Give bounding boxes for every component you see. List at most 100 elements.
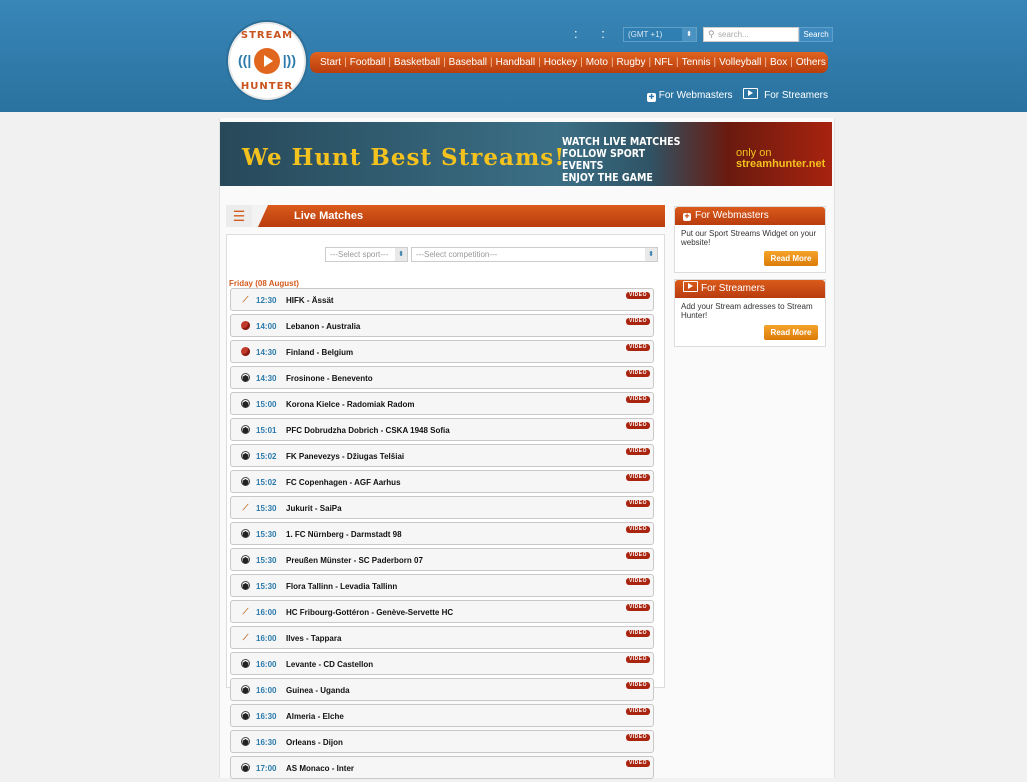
- match-teams[interactable]: Levante - CD Castellon: [286, 660, 373, 669]
- for-webmasters-link[interactable]: ✚ For Webmasters: [647, 90, 735, 102]
- match-teams[interactable]: HC Fribourg-Gottéron - Genève-Servette H…: [286, 608, 453, 617]
- match-row[interactable]: ⬢ 15:01 PFC Dobrudzha Dobrich - CSKA 1948 …: [230, 418, 654, 441]
- match-time: 14:00: [256, 322, 277, 331]
- nav-item-start[interactable]: Start: [320, 57, 341, 68]
- competition-select[interactable]: ---Select competition--- ⬍: [411, 247, 658, 262]
- banner-site: streamhunter.net: [736, 158, 826, 170]
- match-teams[interactable]: FC Copenhagen - AGF Aarhus: [286, 478, 401, 487]
- video-badge[interactable]: VIDEO: [625, 474, 650, 481]
- nav-item-volleyball[interactable]: Volleyball: [719, 57, 761, 68]
- match-row[interactable]: ⬢ 16:30 Orleans - Dijon VIDEO: [230, 730, 654, 753]
- match-teams[interactable]: HIFK - Ässät: [286, 296, 334, 305]
- match-row[interactable]: 14:30 Finland - Belgium VIDEO: [230, 340, 654, 363]
- video-badge[interactable]: VIDEO: [625, 734, 650, 741]
- nav-item-nfl[interactable]: NFL: [654, 57, 673, 68]
- sport-select[interactable]: ---Select sport--- ⬍: [325, 247, 408, 262]
- match-row[interactable]: ⟋ 16:00 Ilves - Tappara VIDEO: [230, 626, 654, 649]
- match-teams[interactable]: AS Monaco - Inter: [286, 764, 354, 773]
- video-badge[interactable]: VIDEO: [625, 500, 650, 507]
- promo-banner[interactable]: We Hunt Best Streams! WATCH LIVE MATCHES…: [220, 122, 832, 186]
- video-badge[interactable]: VIDEO: [625, 604, 650, 611]
- competition-select-value: ---Select competition---: [416, 250, 498, 259]
- match-teams[interactable]: PFC Dobrudzha Dobrich - CSKA 1948 Sofia: [286, 426, 450, 435]
- nav-item-hockey[interactable]: Hockey: [544, 57, 577, 68]
- match-row[interactable]: ⬢ 16:30 Almeria - Elche VIDEO: [230, 704, 654, 727]
- match-time: 15:00: [256, 400, 277, 409]
- nav-item-football[interactable]: Football: [350, 57, 386, 68]
- video-badge[interactable]: VIDEO: [625, 578, 650, 585]
- match-row[interactable]: ⟋ 16:00 HC Fribourg-Gottéron - Genève-Serv…: [230, 600, 654, 623]
- nav-item-box[interactable]: Box: [770, 57, 787, 68]
- match-row[interactable]: ⬢ 15:30 Preußen Münster - SC Paderborn 07 V…: [230, 548, 654, 571]
- streamers-read-more-button[interactable]: Read More: [764, 325, 818, 340]
- play-icon: [254, 48, 280, 74]
- basketball-icon: [241, 321, 250, 330]
- match-row[interactable]: ⬢ 16:00 Guinea - Uganda VIDEO: [230, 678, 654, 701]
- nav-separator: |: [713, 57, 717, 68]
- nav-item-rugby[interactable]: Rugby: [617, 57, 646, 68]
- video-badge[interactable]: VIDEO: [625, 448, 650, 455]
- webmasters-read-more-button[interactable]: Read More: [764, 251, 818, 266]
- nav-item-moto[interactable]: Moto: [586, 57, 608, 68]
- video-badge[interactable]: VIDEO: [625, 370, 650, 377]
- match-row[interactable]: 14:00 Lebanon - Australia VIDEO: [230, 314, 654, 337]
- video-badge[interactable]: VIDEO: [625, 760, 650, 767]
- match-row[interactable]: ⟋ 12:30 HIFK - Ässät VIDEO: [230, 288, 654, 311]
- match-teams[interactable]: Flora Tallinn - Levadia Tallinn: [286, 582, 397, 591]
- video-badge[interactable]: VIDEO: [625, 318, 650, 325]
- video-badge[interactable]: VIDEO: [625, 656, 650, 663]
- video-badge[interactable]: VIDEO: [625, 630, 650, 637]
- football-icon: ⬢: [241, 477, 250, 487]
- timezone-select[interactable]: (GMT +1) ⬍: [623, 27, 697, 42]
- match-teams[interactable]: Preußen Münster - SC Paderborn 07: [286, 556, 423, 565]
- match-teams[interactable]: Jukurit - SaiPa: [286, 504, 342, 513]
- match-row[interactable]: ⬢ 15:02 FK Panevezys - Džiugas Telšiai VIDE…: [230, 444, 654, 467]
- match-teams[interactable]: FK Panevezys - Džiugas Telšiai: [286, 452, 404, 461]
- menu-icon[interactable]: ☰: [226, 205, 252, 227]
- match-teams[interactable]: Guinea - Uganda: [286, 686, 350, 695]
- match-row[interactable]: ⬢ 15:00 Korona Kielce - Radomiak Radom VIDE…: [230, 392, 654, 415]
- nav-item-others[interactable]: Others: [796, 57, 826, 68]
- video-badge[interactable]: VIDEO: [625, 552, 650, 559]
- hockey-stick-icon: ⟋: [242, 633, 249, 642]
- match-teams[interactable]: Finland - Belgium: [286, 348, 353, 357]
- match-row[interactable]: ⬢ 15:30 1. FC Nürnberg - Darmstadt 98 VIDEO: [230, 522, 654, 545]
- for-streamers-link[interactable]: For Streamers: [743, 88, 828, 101]
- video-badge[interactable]: VIDEO: [625, 292, 650, 299]
- match-row[interactable]: ⟋ 15:30 Jukurit - SaiPa VIDEO: [230, 496, 654, 519]
- video-badge[interactable]: VIDEO: [625, 422, 650, 429]
- match-time: 17:00: [256, 764, 277, 773]
- video-badge[interactable]: VIDEO: [625, 344, 650, 351]
- match-time: 15:01: [256, 426, 277, 435]
- video-badge[interactable]: VIDEO: [625, 682, 650, 689]
- match-row[interactable]: ⬢ 16:00 Levante - CD Castellon VIDEO: [230, 652, 654, 675]
- match-teams[interactable]: Lebanon - Australia: [286, 322, 360, 331]
- nav-item-tennis[interactable]: Tennis: [682, 57, 711, 68]
- match-teams[interactable]: Korona Kielce - Radomiak Radom: [286, 400, 414, 409]
- nav-item-baseball[interactable]: Baseball: [449, 57, 487, 68]
- match-teams[interactable]: Frosinone - Benevento: [286, 374, 373, 383]
- match-teams[interactable]: Ilves - Tappara: [286, 634, 341, 643]
- football-icon: ⬢: [241, 763, 250, 773]
- video-badge[interactable]: VIDEO: [625, 526, 650, 533]
- match-row[interactable]: ⬢ 14:30 Frosinone - Benevento VIDEO: [230, 366, 654, 389]
- search-button[interactable]: Search: [799, 27, 833, 42]
- webmasters-box: ✚ For Webmasters Put our Sport Streams Wi…: [674, 206, 826, 273]
- match-teams[interactable]: Almeria - Elche: [286, 712, 344, 721]
- live-matches-header: ☰ Live Matches: [226, 205, 665, 227]
- nav-item-handball[interactable]: Handball: [496, 57, 535, 68]
- match-teams[interactable]: 1. FC Nürnberg - Darmstadt 98: [286, 530, 402, 539]
- search-input[interactable]: ⚲ search...: [703, 27, 799, 42]
- video-badge[interactable]: VIDEO: [625, 396, 650, 403]
- match-time: 16:00: [256, 660, 277, 669]
- nav-separator: |: [443, 57, 446, 68]
- match-row[interactable]: ⬢ 15:02 FC Copenhagen - AGF Aarhus VIDEO: [230, 470, 654, 493]
- nav-separator: |: [790, 57, 793, 68]
- match-row[interactable]: ⬢ 15:30 Flora Tallinn - Levadia Tallinn VID…: [230, 574, 654, 597]
- match-row[interactable]: ⬢ 17:00 AS Monaco - Inter VIDEO: [230, 756, 654, 779]
- match-teams[interactable]: Orleans - Dijon: [286, 738, 343, 747]
- for-webmasters-label: For Webmasters: [658, 90, 733, 101]
- nav-item-basketball[interactable]: Basketball: [394, 57, 440, 68]
- site-logo[interactable]: STREAM ((| |)) HUNTER: [228, 22, 306, 100]
- video-badge[interactable]: VIDEO: [625, 708, 650, 715]
